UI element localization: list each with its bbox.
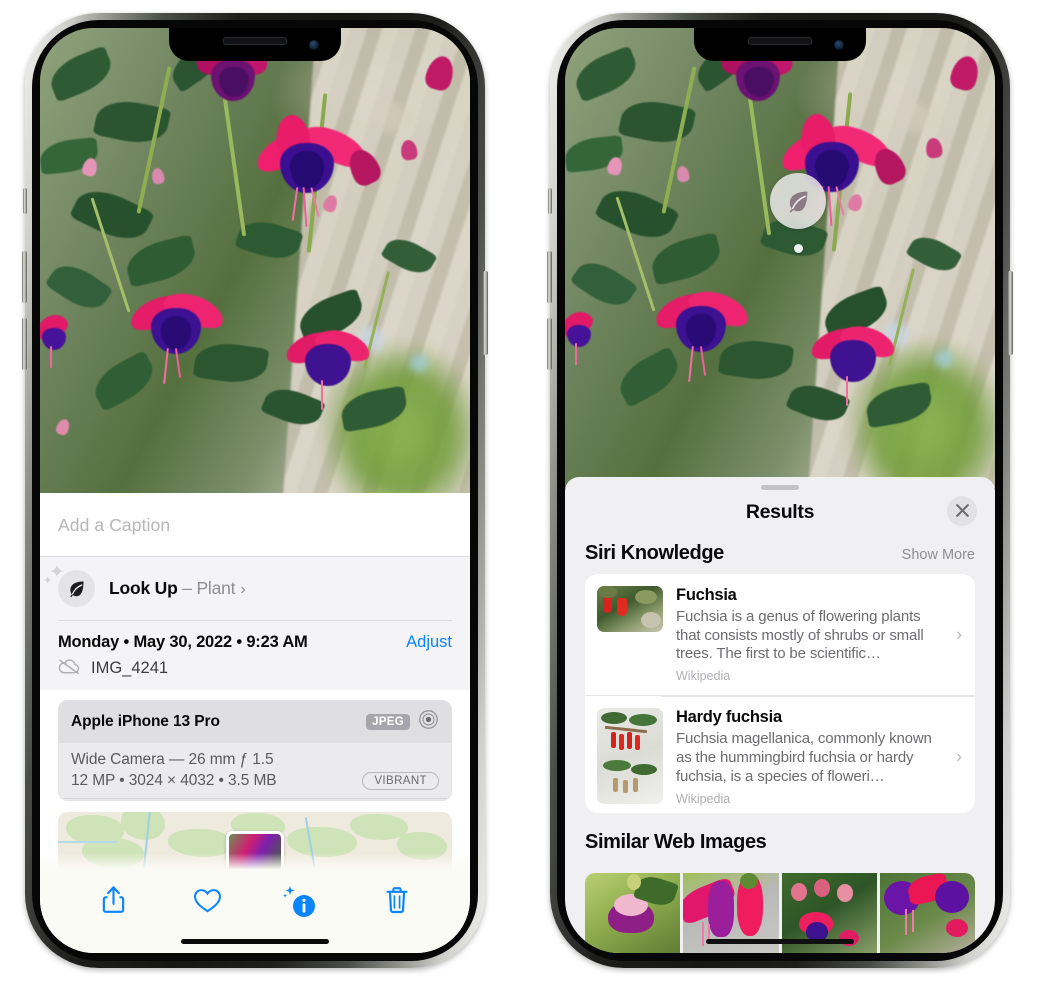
earpiece-speaker	[223, 37, 287, 45]
format-badge: JPEG	[366, 713, 410, 730]
row-divider	[661, 696, 975, 697]
photographic-style-badge: VIBRANT	[362, 771, 439, 790]
home-indicator[interactable]	[181, 939, 329, 944]
screenshot-canvas: Add a Caption ✦ ✦ Look Up – Plant › Mond…	[0, 0, 1055, 985]
notch	[694, 28, 866, 61]
metadata-section: Monday • May 30, 2022 • 9:23 AM Adjust I…	[40, 620, 470, 690]
result-thumbnail	[597, 708, 663, 805]
earpiece-speaker	[748, 37, 812, 45]
iphone-right: Results Siri Knowledge Show More Fuchsia…	[547, 13, 1013, 968]
close-icon	[955, 504, 969, 518]
look-up-label: Look Up – Plant ›	[109, 578, 246, 599]
caption-input[interactable]: Add a Caption	[58, 515, 452, 536]
power-button[interactable]	[483, 271, 488, 355]
result-body: Hardy fuchsia Fuchsia magellanica, commo…	[676, 708, 963, 805]
chevron-right-icon: ›	[956, 746, 962, 767]
sparkle-small-icon: ✦	[43, 575, 53, 587]
results-header: Results	[565, 490, 995, 538]
chevron-right-icon: ›	[240, 581, 246, 598]
icloud-slash-icon	[58, 658, 81, 680]
similar-web-images-header: Similar Web Images	[565, 813, 995, 863]
share-icon	[101, 885, 126, 920]
volume-down-button[interactable]	[22, 318, 27, 370]
file-name: IMG_4241	[91, 659, 169, 677]
heart-icon	[193, 887, 222, 919]
close-button[interactable]	[947, 495, 977, 526]
result-source: Wikipedia	[676, 669, 731, 684]
look-up-action: Look Up	[109, 578, 178, 598]
similar-web-image[interactable]	[879, 872, 975, 953]
silent-switch[interactable]	[23, 188, 27, 214]
camera-device: Apple iPhone 13 Pro	[71, 712, 220, 730]
adjust-button[interactable]: Adjust	[406, 633, 452, 652]
results-title: Results	[745, 500, 815, 523]
info-button[interactable]	[280, 881, 324, 925]
silent-switch[interactable]	[548, 188, 552, 214]
result-description: Fuchsia is a genus of flowering plants t…	[676, 607, 924, 663]
result-body: Fuchsia Fuchsia is a genus of flowering …	[676, 586, 963, 683]
result-title: Fuchsia	[676, 585, 737, 604]
leaf-icon: ✦ ✦	[43, 563, 95, 607]
lens-info: Wide Camera — 26 mm ƒ 1.5	[71, 750, 274, 768]
caption-row[interactable]: Add a Caption	[40, 493, 470, 557]
volume-up-button[interactable]	[22, 251, 27, 303]
screen-right: Results Siri Knowledge Show More Fuchsia…	[565, 28, 995, 953]
favorite-button[interactable]	[186, 881, 230, 925]
image-size-info: 12 MP • 3024 × 4032 • 3.5 MB	[71, 771, 277, 789]
delete-button[interactable]	[375, 881, 419, 925]
result-title: Hardy fuchsia	[676, 708, 782, 727]
result-thumbnail	[597, 585, 663, 632]
aperture-icon	[418, 709, 439, 735]
notch	[169, 28, 341, 61]
look-up-row[interactable]: ✦ ✦ Look Up – Plant ›	[40, 557, 470, 620]
exif-stats-row: ISO 50 26 mm 0 ev ƒ1.5 1/181 s	[59, 797, 451, 800]
trash-icon	[385, 886, 409, 920]
volume-up-button[interactable]	[547, 251, 552, 303]
home-indicator[interactable]	[706, 939, 854, 944]
leaf-icon	[789, 191, 808, 213]
capture-date: Monday • May 30, 2022 • 9:23 AM	[58, 632, 308, 651]
similar-web-image[interactable]	[585, 872, 681, 953]
screen-left: Add a Caption ✦ ✦ Look Up – Plant › Mond…	[40, 28, 470, 953]
share-button[interactable]	[91, 881, 135, 925]
photo-info-sheet: Add a Caption ✦ ✦ Look Up – Plant › Mond…	[40, 493, 470, 953]
look-up-subject: Plant	[196, 578, 236, 598]
power-button[interactable]	[1008, 271, 1013, 355]
section-title: Siri Knowledge	[585, 541, 724, 564]
result-source: Wikipedia	[676, 791, 731, 806]
photo-viewer[interactable]	[40, 28, 470, 493]
exif-body: Wide Camera — 26 mm ƒ 1.5 12 MP • 3024 ×…	[59, 743, 451, 798]
chevron-right-icon: ›	[956, 624, 962, 645]
look-up-dash: –	[177, 578, 197, 598]
front-camera	[309, 40, 319, 50]
section-title: Similar Web Images	[585, 830, 767, 853]
results-sheet: Results Siri Knowledge Show More Fuchsia…	[565, 477, 995, 953]
result-description: Fuchsia magellanica, commonly known as t…	[676, 730, 932, 785]
knowledge-row[interactable]: Fuchsia Fuchsia is a genus of flowering …	[585, 574, 975, 695]
front-camera	[834, 40, 844, 50]
exif-header: Apple iPhone 13 Pro JPEG	[59, 700, 451, 743]
look-up-badge[interactable]	[770, 173, 826, 229]
look-up-anchor-dot	[794, 244, 803, 253]
photo-viewer[interactable]	[565, 28, 995, 488]
knowledge-row[interactable]: Hardy fuchsia Fuchsia magellanica, commo…	[585, 695, 975, 812]
volume-down-button[interactable]	[547, 318, 552, 370]
show-more-button[interactable]: Show More	[902, 547, 975, 563]
info-sparkle-icon	[283, 885, 317, 918]
exif-card[interactable]: Apple iPhone 13 Pro JPEG Wide Camera — 2…	[58, 699, 452, 801]
iphone-left: Add a Caption ✦ ✦ Look Up – Plant › Mond…	[22, 13, 488, 968]
siri-knowledge-header: Siri Knowledge Show More	[565, 538, 995, 574]
siri-knowledge-card: Fuchsia Fuchsia is a genus of flowering …	[585, 573, 975, 813]
